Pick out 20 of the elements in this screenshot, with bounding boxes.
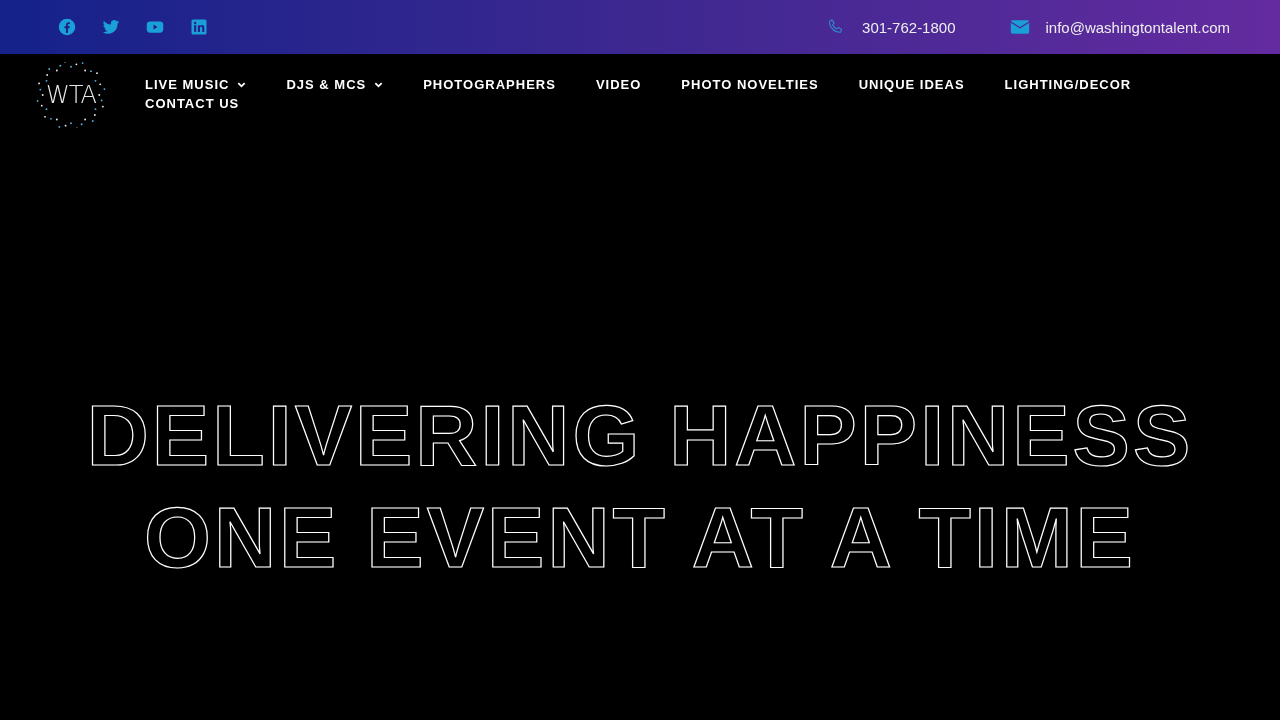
logo[interactable]: WTA [36, 62, 106, 128]
hero-heading: DELIVERING HAPPINESS [86, 386, 1194, 485]
facebook-icon[interactable] [58, 18, 76, 36]
nav-link[interactable]: UNIQUE IDEAS [858, 76, 965, 93]
contact-text[interactable]: info@washingtontalent.com [1045, 18, 1230, 36]
nav-link[interactable]: PHOTO NOVELTIES [681, 76, 819, 93]
twitter-icon[interactable] [102, 18, 120, 36]
nav-link[interactable]: DJS & MCS [286, 76, 384, 93]
nav-link[interactable]: LIVE MUSIC [145, 76, 247, 93]
nav-link[interactable]: CONTACT US [145, 95, 240, 112]
envelope-icon [1009, 18, 1030, 36]
linkedin-icon[interactable] [190, 18, 208, 36]
hero-heading: ONE EVENT AT A TIME [144, 488, 1136, 587]
youtube-icon[interactable] [146, 18, 164, 36]
contact-text[interactable]: 301-762-1800 [862, 18, 956, 36]
nav-link[interactable]: VIDEO [595, 76, 642, 93]
caret-icon [374, 80, 384, 89]
nav-link[interactable]: PHOTOGRAPHERS [423, 76, 556, 93]
nav-link[interactable]: LIGHTING/DECOR [1004, 76, 1132, 93]
caret-icon [237, 80, 247, 89]
